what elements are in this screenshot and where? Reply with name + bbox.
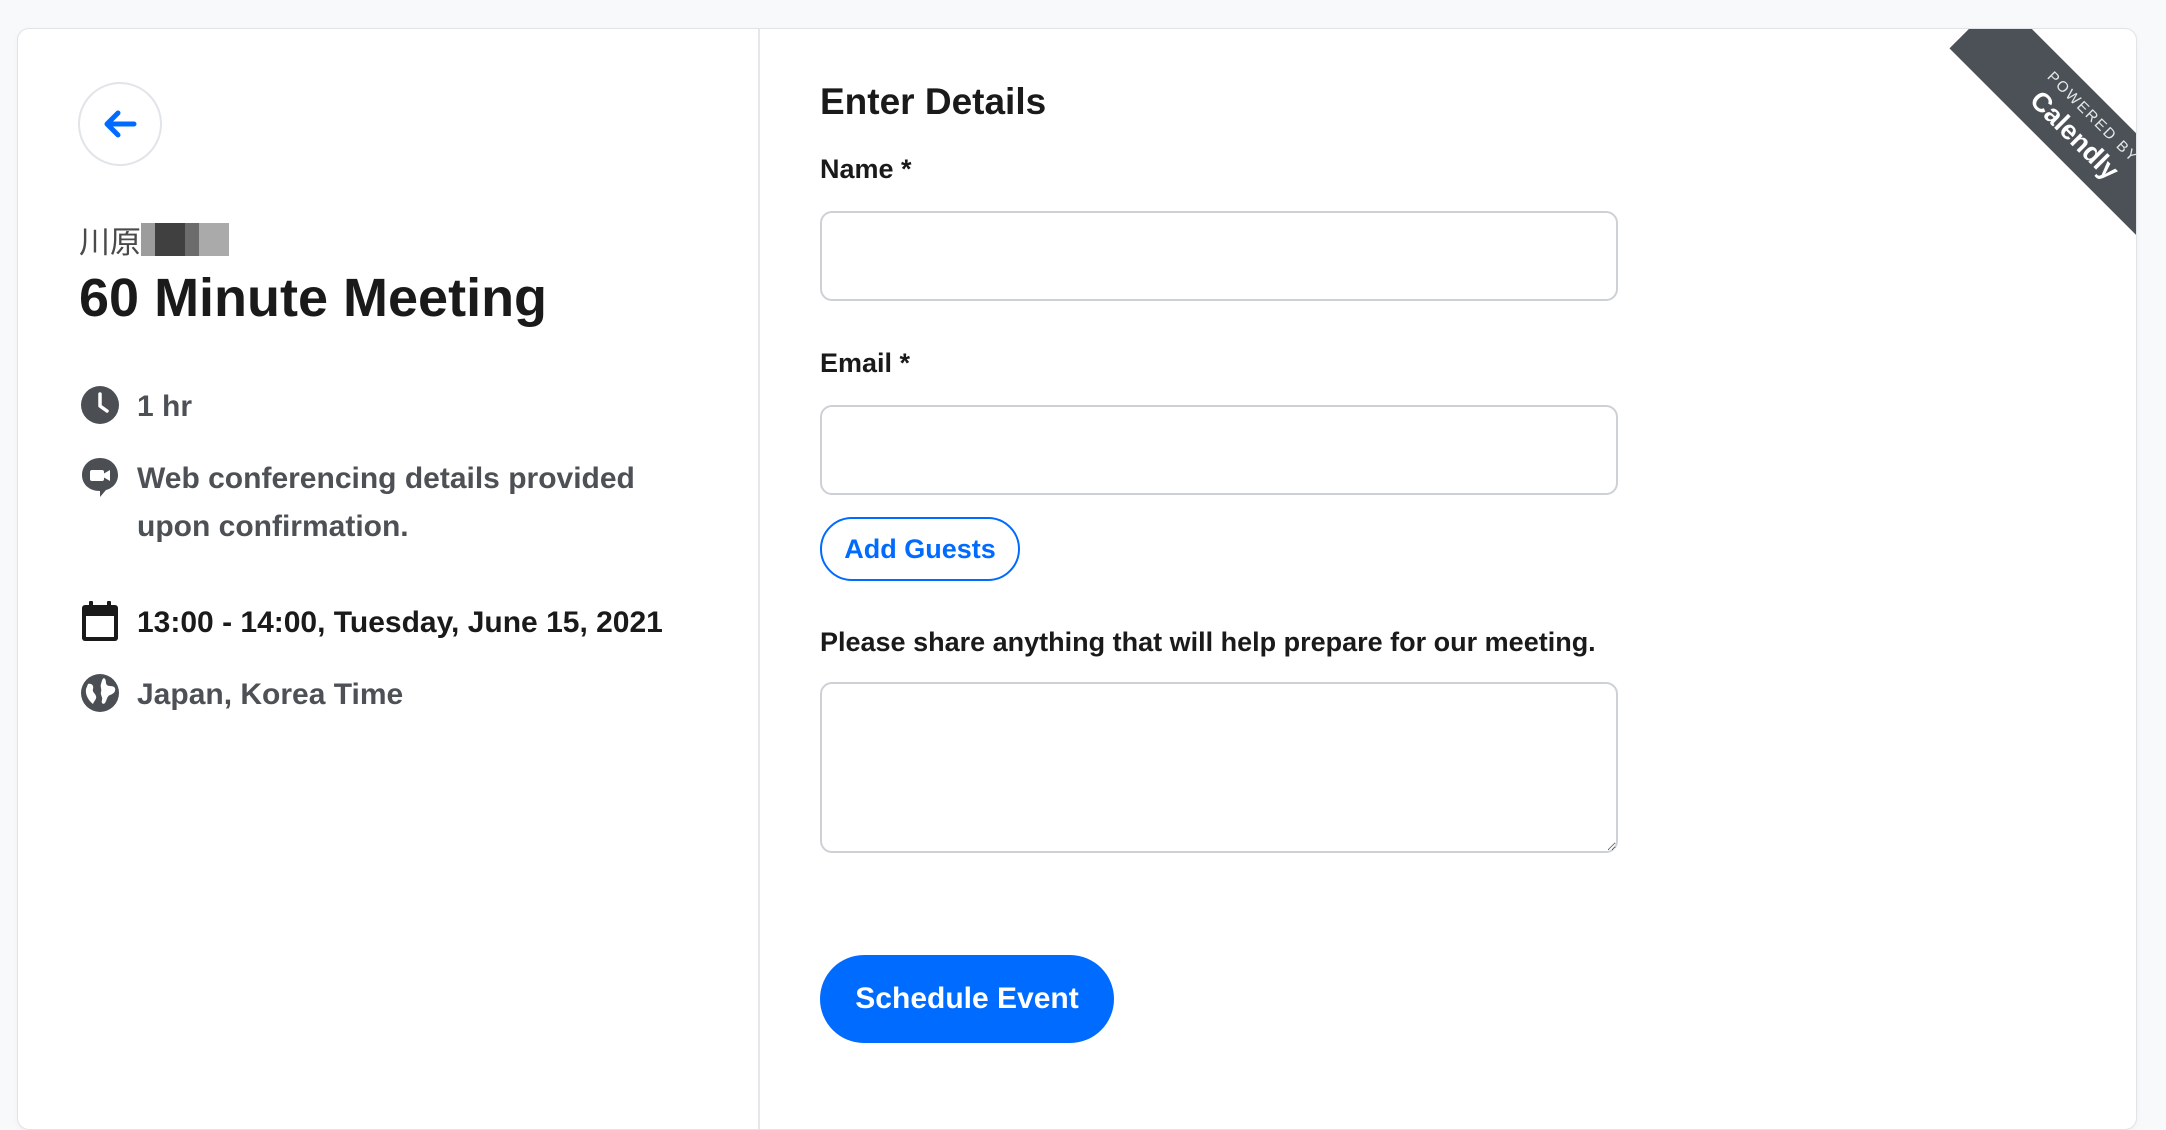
add-guests-button[interactable]: Add Guests	[820, 517, 1020, 581]
conferencing-detail: Web conferencing details provided upon c…	[78, 455, 697, 551]
redacted-block	[185, 223, 199, 256]
redacted-block	[155, 223, 185, 256]
schedule-event-button[interactable]: Schedule Event	[820, 955, 1114, 1043]
host-name: 川原	[79, 217, 229, 262]
name-input[interactable]	[820, 211, 1618, 301]
form-title: Enter Details	[820, 81, 1047, 122]
badge-ribbon: POWERED BY Calendly	[1949, 29, 2136, 249]
duration-text: 1 hr	[137, 390, 193, 423]
name-label: Name *	[820, 154, 912, 184]
timezone-detail: Japan, Korea Time	[78, 671, 697, 719]
redacted-block	[199, 223, 229, 256]
email-input[interactable]	[820, 405, 1618, 495]
notes-label: Please share anything that will help pre…	[820, 627, 1596, 657]
datetime-text: 13:00 - 14:00, Tuesday, June 15, 2021	[137, 606, 663, 639]
timezone-text: Japan, Korea Time	[137, 678, 404, 711]
globe-icon	[78, 671, 122, 715]
event-details-panel: 川原 60 Minute Meeting 1 hr Web conferenci…	[18, 29, 760, 1129]
redacted-block	[141, 223, 155, 256]
datetime-detail: 13:00 - 14:00, Tuesday, June 15, 2021	[78, 599, 697, 647]
back-button[interactable]	[78, 82, 162, 166]
notes-textarea[interactable]	[820, 682, 1618, 853]
event-title: 60 Minute Meeting	[79, 268, 548, 328]
host-name-text: 川原	[79, 225, 141, 260]
arrow-left-icon	[98, 102, 142, 146]
video-chat-icon	[78, 455, 122, 499]
clock-icon	[78, 383, 122, 427]
email-label: Email *	[820, 348, 911, 378]
calendar-icon	[78, 599, 122, 643]
duration-detail: 1 hr	[78, 383, 697, 431]
booking-card: 川原 60 Minute Meeting 1 hr Web conferenci…	[17, 28, 2137, 1130]
conferencing-text: Web conferencing details provided upon c…	[137, 462, 635, 543]
powered-by-badge[interactable]: POWERED BY Calendly	[1916, 29, 2136, 249]
